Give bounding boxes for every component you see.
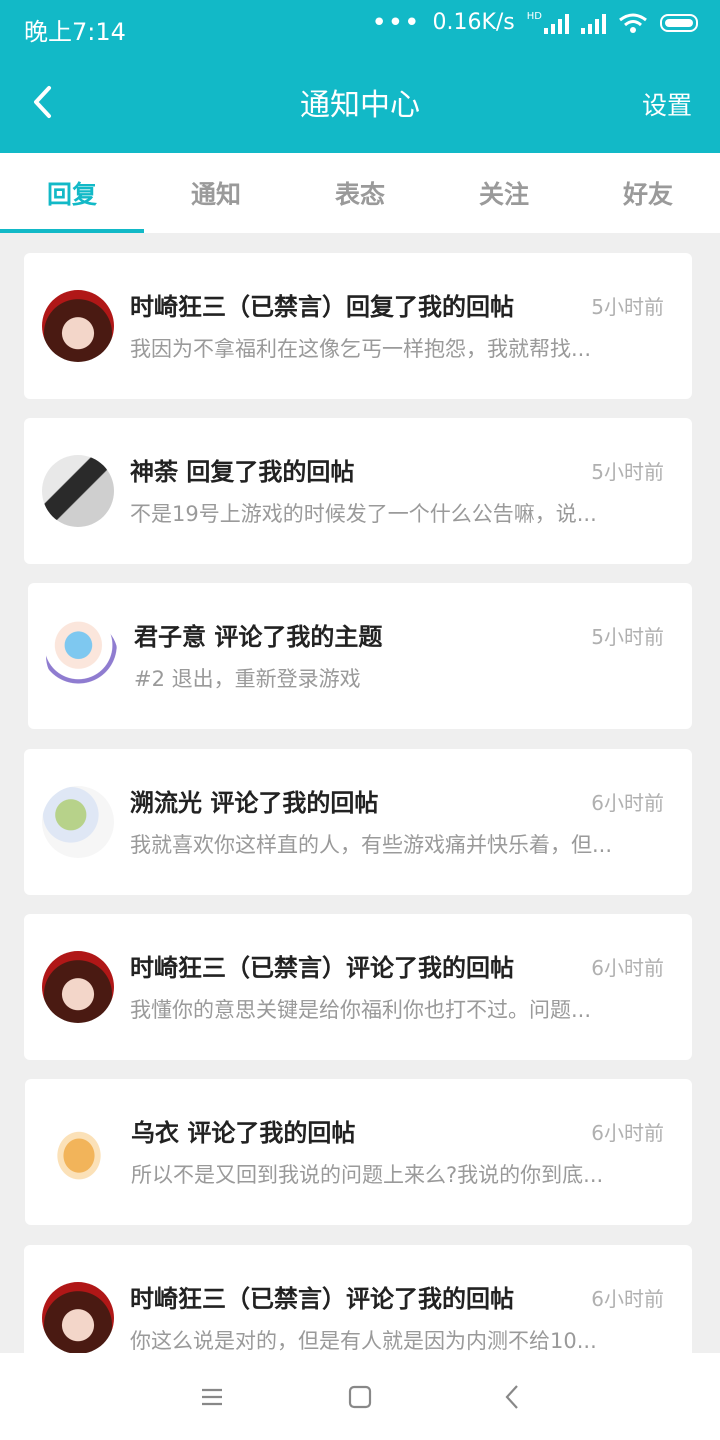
notification-card[interactable]: 时崎狂三（已禁言）评论了我的回帖 6小时前 我懂你的意思关键是给你福利你也打不过…: [24, 914, 692, 1060]
signal-hd-icon: HD: [526, 10, 569, 34]
notification-time: 5小时前: [591, 625, 664, 649]
notification-time: 6小时前: [591, 956, 664, 980]
notification-time: 6小时前: [591, 791, 664, 815]
signal-icon: [581, 12, 606, 34]
page-title: 通知中心: [300, 88, 420, 123]
notification-card[interactable]: 溯流光 评论了我的回帖 6小时前 我就喜欢你这样直的人，有些游戏痛并快乐着，但.…: [24, 749, 692, 895]
tab-replies[interactable]: 回复: [0, 153, 144, 233]
avatar[interactable]: [42, 290, 114, 362]
home-button[interactable]: [342, 1381, 378, 1413]
tab-reactions[interactable]: 表态: [288, 153, 432, 233]
settings-button[interactable]: 设置: [642, 86, 692, 122]
notification-card[interactable]: 时崎狂三（已禁言）回复了我的回帖 5小时前 我因为不拿福利在这像乞丐一样抱怨，我…: [24, 253, 692, 399]
avatar[interactable]: [42, 1282, 114, 1354]
avatar[interactable]: [42, 951, 114, 1023]
home-icon: [348, 1385, 372, 1409]
notification-time: 6小时前: [591, 1121, 664, 1145]
menu-button[interactable]: [194, 1381, 230, 1413]
notification-text: #2 退出，重新登录游戏: [134, 667, 361, 691]
notification-text: 所以不是又回到我说的问题上来么?我说的你到底...: [131, 1163, 604, 1187]
notification-time: 5小时前: [591, 460, 664, 484]
notification-title: 时崎狂三（已禁言）评论了我的回帖: [130, 954, 514, 982]
notification-text: 我懂你的意思关键是给你福利你也打不过。问题...: [130, 998, 592, 1022]
notification-card[interactable]: 神荼 回复了我的回帖 5小时前 不是19号上游戏的时候发了一个什么公告嘛，说..…: [24, 418, 692, 564]
tab-bar: 回复 通知 表态 关注 好友: [0, 153, 720, 233]
menu-icon: [202, 1388, 222, 1406]
tab-follows[interactable]: 关注: [432, 153, 576, 233]
notification-time: 6小时前: [591, 1287, 664, 1311]
notification-title: 时崎狂三（已禁言）回复了我的回帖: [130, 293, 514, 321]
notification-card[interactable]: 君子意 评论了我的主题 5小时前 #2 退出，重新登录游戏: [28, 583, 692, 729]
notification-time: 5小时前: [591, 295, 664, 319]
battery-icon: [660, 13, 698, 32]
system-back-button[interactable]: [494, 1381, 530, 1413]
notification-text: 不是19号上游戏的时候发了一个什么公告嘛，说...: [130, 502, 597, 526]
notification-title: 神荼 回复了我的回帖: [130, 458, 355, 486]
notification-text: 我就喜欢你这样直的人，有些游戏痛并快乐着，但...: [130, 833, 613, 857]
status-bar-right: ••• 0.16K/s HD: [371, 7, 698, 38]
avatar[interactable]: [42, 455, 114, 527]
avatar[interactable]: [42, 786, 114, 858]
wifi-icon: [619, 13, 647, 33]
notification-title: 君子意 评论了我的主题: [134, 623, 383, 651]
notification-text: 你这么说是对的，但是有人就是因为内测不给10...: [130, 1329, 597, 1353]
avatar[interactable]: [46, 620, 118, 692]
notification-title: 乌衣 评论了我的回帖: [131, 1119, 356, 1147]
signal-bars-icon: [544, 12, 569, 34]
status-time: 晚上7:14: [24, 18, 126, 46]
tab-notices[interactable]: 通知: [144, 153, 288, 233]
notification-text: 我因为不拿福利在这像乞丐一样抱怨，我就帮找...: [130, 337, 592, 361]
app-header: 晚上7:14 ••• 0.16K/s HD 通知中心 设置: [0, 0, 720, 153]
net-speed: 0.16K/s: [432, 10, 515, 35]
more-dots-icon: •••: [371, 7, 421, 38]
notification-title: 溯流光 评论了我的回帖: [130, 789, 379, 817]
tab-friends[interactable]: 好友: [576, 153, 720, 233]
notification-card[interactable]: 乌衣 评论了我的回帖 6小时前 所以不是又回到我说的问题上来么?我说的你到底..…: [25, 1079, 692, 1225]
back-icon: [505, 1385, 518, 1409]
system-nav-bar: [0, 1353, 720, 1440]
notification-title: 时崎狂三（已禁言）评论了我的回帖: [130, 1285, 514, 1313]
avatar[interactable]: [43, 1116, 115, 1188]
network-type: HD: [526, 10, 542, 22]
